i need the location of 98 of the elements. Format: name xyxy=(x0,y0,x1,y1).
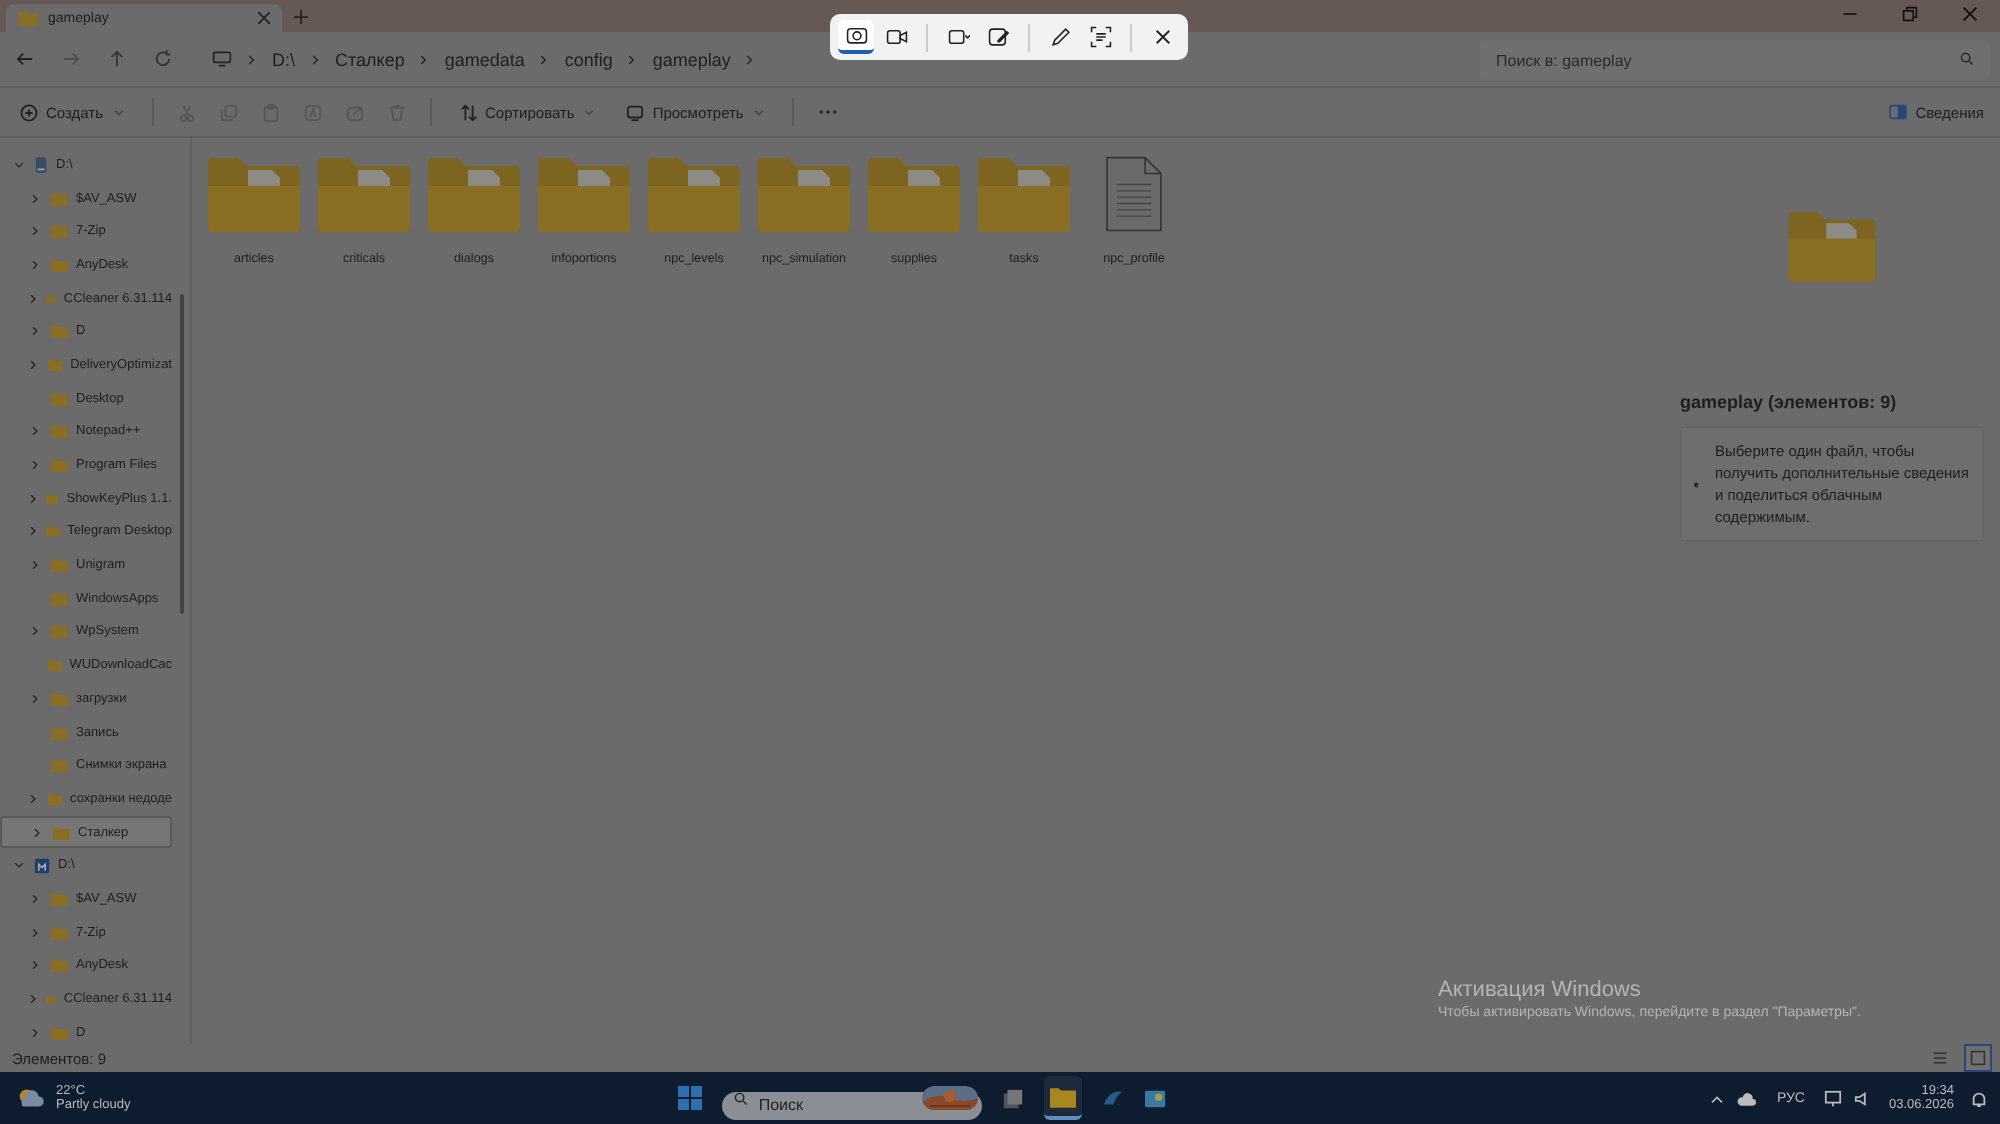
text-scan-icon xyxy=(1089,26,1111,48)
folder-icon xyxy=(1786,210,1878,282)
rectangle-icon xyxy=(947,26,969,48)
close-icon[interactable] xyxy=(1962,6,1978,22)
video-camera-icon xyxy=(885,26,907,48)
chevron-up-icon[interactable] xyxy=(1710,1093,1725,1103)
chevron-icon[interactable] xyxy=(30,927,40,938)
chevron-icon xyxy=(420,53,429,65)
chevron-icon xyxy=(746,53,755,65)
details-view-icon[interactable] xyxy=(1928,1046,1952,1070)
tiles-view-icon[interactable] xyxy=(1964,1044,1992,1072)
bell-icon[interactable] xyxy=(1970,1089,1989,1107)
breadcrumb[interactable]: Сталкер xyxy=(335,49,405,69)
chevron-icon[interactable] xyxy=(30,460,40,471)
back-icon[interactable] xyxy=(16,50,34,68)
restore-icon[interactable] xyxy=(1902,6,1918,22)
folder-icon xyxy=(978,156,1070,232)
chevron-icon[interactable] xyxy=(30,893,40,904)
computer-icon xyxy=(212,50,232,68)
chevron-icon[interactable] xyxy=(28,293,38,304)
pencil-square-icon xyxy=(987,26,1009,48)
breadcrumb[interactable]: gamedata xyxy=(444,49,525,69)
folder-icon xyxy=(208,156,300,232)
folder-icon xyxy=(318,156,410,232)
refresh-icon[interactable] xyxy=(154,50,172,68)
folder-icon xyxy=(47,357,63,372)
sort-arrows-icon xyxy=(459,103,478,121)
folder-icon xyxy=(868,156,960,232)
folder-icon xyxy=(46,524,60,539)
folder-icon xyxy=(46,291,56,306)
details-title: gameplay (элементов: 9) xyxy=(1680,392,1899,412)
folder-icon xyxy=(50,891,68,906)
explorer-taskbar-button[interactable] xyxy=(1044,1076,1083,1120)
photo-mode-button[interactable] xyxy=(838,20,874,54)
chevron-icon[interactable] xyxy=(28,493,38,504)
chevron-icon xyxy=(248,53,256,65)
folder-icon xyxy=(758,156,850,232)
chevron-icon xyxy=(540,53,549,65)
chevron-icon[interactable] xyxy=(30,426,40,437)
chevron-icon[interactable] xyxy=(30,193,40,204)
folder-icon xyxy=(52,825,70,840)
new-tab-icon[interactable] xyxy=(294,10,308,24)
search-field[interactable]: Поиск в: gameplay xyxy=(1480,40,1990,80)
chevron-icon[interactable] xyxy=(28,793,39,804)
panel-icon xyxy=(1887,104,1908,120)
cloud-icon[interactable] xyxy=(1736,1091,1757,1105)
folder-icon xyxy=(46,992,56,1007)
folder-icon xyxy=(18,10,38,26)
drive-icon xyxy=(34,155,48,174)
folder-icon xyxy=(538,156,630,232)
search-icon xyxy=(734,1091,749,1105)
chevron-icon[interactable] xyxy=(30,626,40,637)
plus-circle-icon xyxy=(20,103,38,121)
task-view-icon[interactable] xyxy=(1002,1087,1025,1109)
chevron-icon[interactable] xyxy=(30,693,40,704)
monitor-icon[interactable] xyxy=(1824,1089,1843,1107)
chevron-icon[interactable] xyxy=(30,326,40,337)
info-icon xyxy=(1694,477,1699,491)
breadcrumb[interactable]: config xyxy=(564,49,613,69)
folder-icon xyxy=(648,156,740,232)
caret-icon xyxy=(584,109,595,115)
chevron-icon[interactable] xyxy=(30,259,40,270)
chevron-icon[interactable] xyxy=(30,1027,40,1038)
camera-icon xyxy=(845,24,867,46)
caret-icon xyxy=(753,109,764,115)
pen-icon xyxy=(1049,26,1071,48)
chevron-icon[interactable] xyxy=(30,960,40,971)
folder-icon xyxy=(47,791,63,806)
folder-icon xyxy=(46,491,59,506)
address-bar[interactable]: D:\ Сталкер gamedata config gameplay xyxy=(200,39,1452,79)
activation-title: Активация Windows xyxy=(1438,978,1643,1002)
up-icon[interactable] xyxy=(108,50,126,68)
chevron-icon xyxy=(311,53,320,65)
more-icon[interactable] xyxy=(817,108,838,116)
chevron-icon[interactable] xyxy=(30,226,40,237)
chevron-icon[interactable] xyxy=(14,860,24,871)
search-icon xyxy=(1960,52,1974,66)
chevron-icon[interactable] xyxy=(32,827,42,838)
chevron-icon[interactable] xyxy=(14,159,24,170)
weather-icon[interactable] xyxy=(16,1086,44,1110)
browser-icon[interactable] xyxy=(1102,1087,1125,1109)
removable-drive-icon xyxy=(34,857,50,874)
chevron-icon xyxy=(628,53,637,65)
chevron-icon[interactable] xyxy=(28,359,39,370)
close-icon xyxy=(1151,26,1173,48)
chevron-icon[interactable] xyxy=(28,526,39,537)
chevron-icon[interactable] xyxy=(28,994,38,1005)
monitor-icon xyxy=(626,103,645,121)
start-icon[interactable] xyxy=(678,1086,703,1110)
app-icon[interactable] xyxy=(1144,1087,1167,1109)
folder-icon xyxy=(47,658,62,673)
folder-icon xyxy=(428,156,520,232)
breadcrumb[interactable]: D:\ xyxy=(272,49,296,69)
close-icon[interactable] xyxy=(258,12,270,24)
breadcrumb[interactable]: gameplay xyxy=(652,49,731,69)
caret-icon xyxy=(113,109,124,115)
chevron-icon[interactable] xyxy=(30,560,40,571)
folder-icon xyxy=(1050,1085,1077,1107)
